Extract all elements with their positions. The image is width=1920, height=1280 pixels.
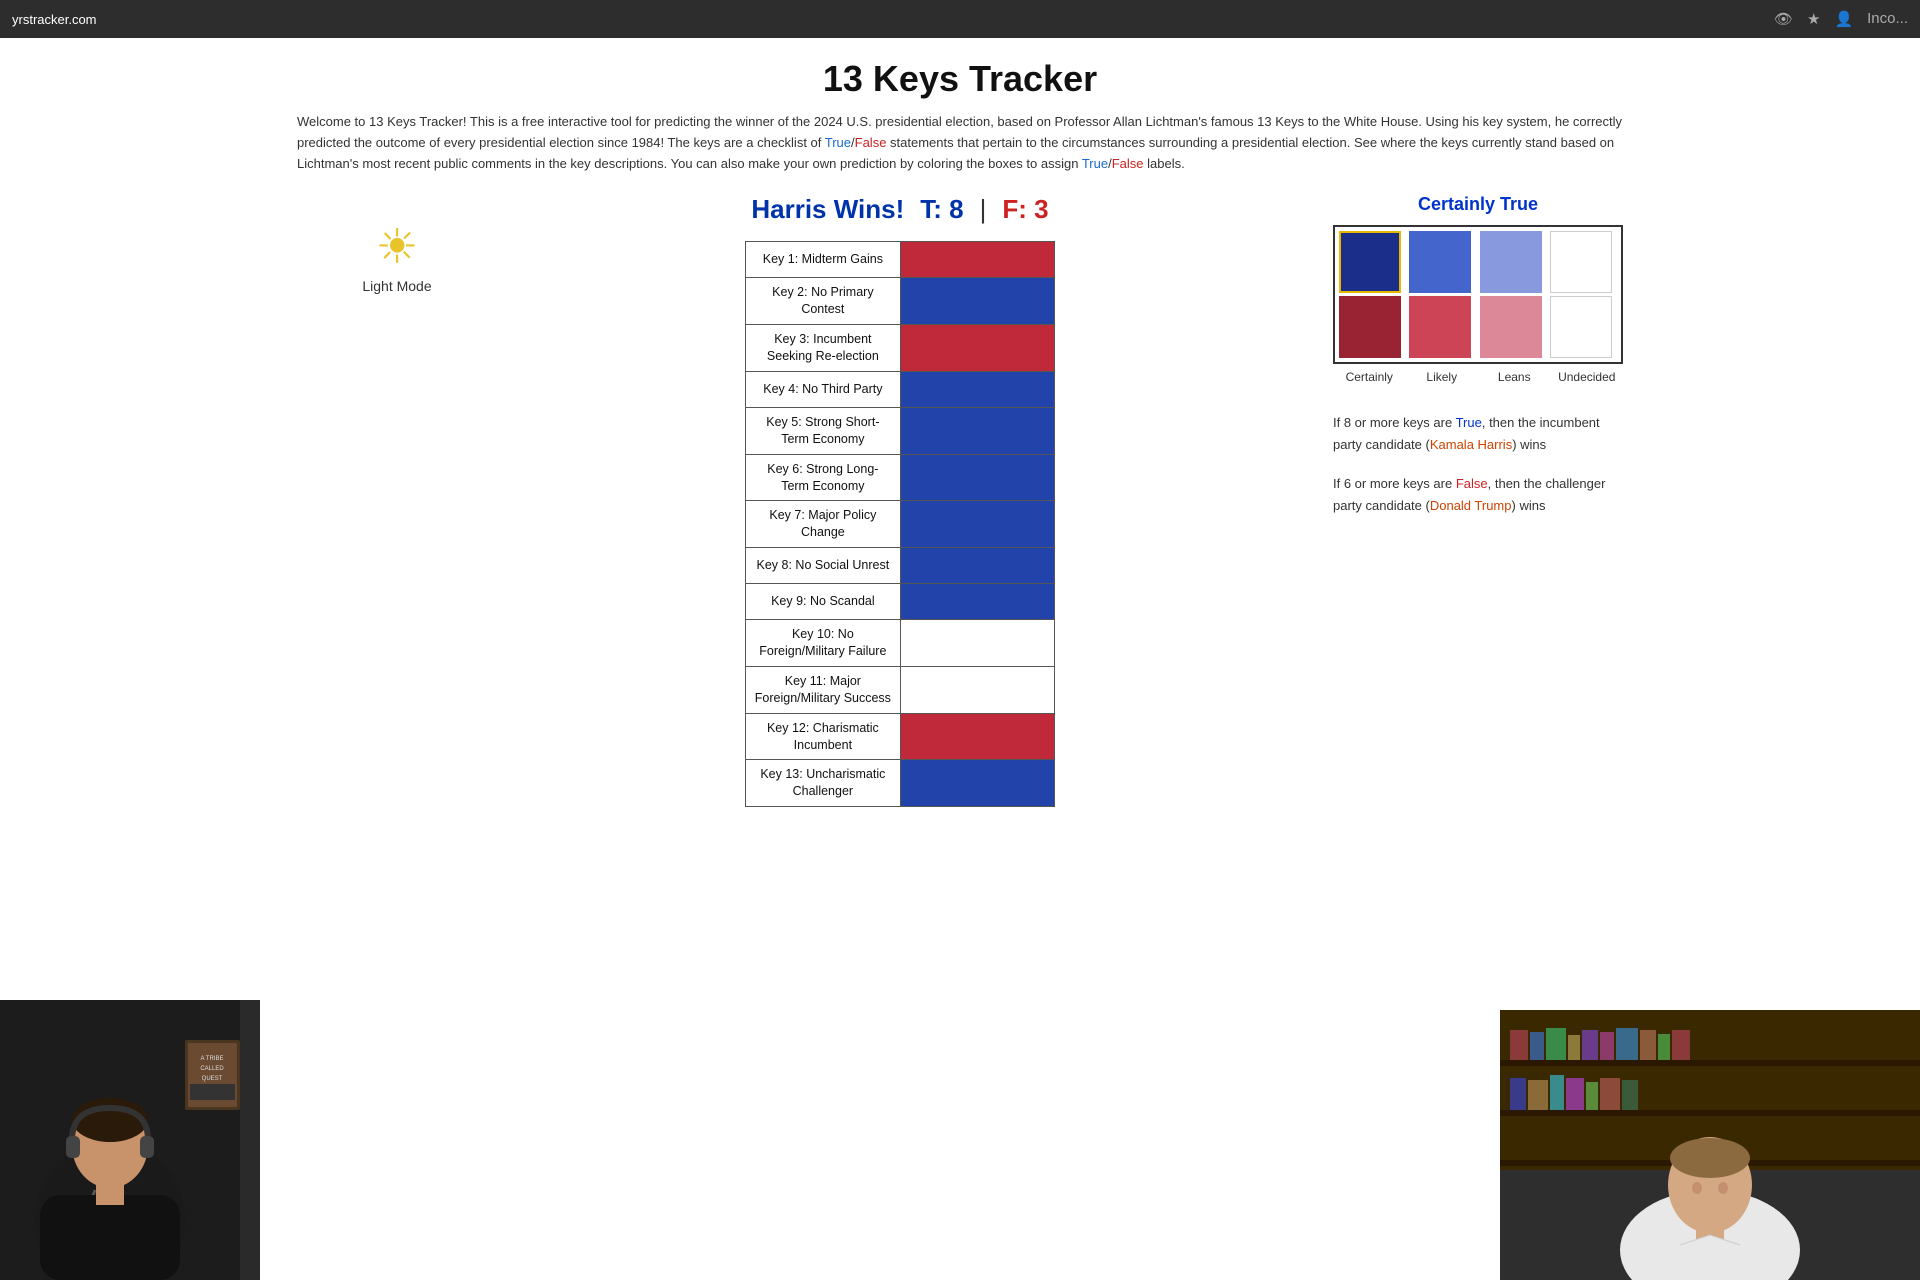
key-row-13: Key 13: Uncharismatic Challenger <box>746 760 1055 807</box>
key-label-2[interactable]: Key 2: No Primary Contest <box>746 278 901 325</box>
key-row-1: Key 1: Midterm Gains <box>746 242 1055 278</box>
key-color-8[interactable] <box>900 548 1054 584</box>
browser-bar: yrstracker.com 👁 ★ 👤 Inco... <box>0 0 1920 38</box>
label-leans: Leans <box>1478 370 1551 384</box>
key-label-3[interactable]: Key 3: Incumbent Seeking Re-election <box>746 325 901 372</box>
key-row-12: Key 12: Charismatic Incumbent <box>746 713 1055 760</box>
star-icon: ★ <box>1807 10 1820 28</box>
key-color-9[interactable] <box>900 584 1054 620</box>
key-color-1[interactable] <box>900 242 1054 278</box>
rule-2: If 6 or more keys are False, then the ch… <box>1333 473 1623 517</box>
key-color-10[interactable] <box>900 620 1054 667</box>
true-link-2[interactable]: True <box>1082 156 1108 171</box>
key-color-12[interactable] <box>900 713 1054 760</box>
result-winner: Harris Wins! <box>751 194 904 225</box>
rule2-false: False <box>1456 476 1488 491</box>
intro-text: Welcome to 13 Keys Tracker! This is a fr… <box>297 112 1623 174</box>
page-title: 13 Keys Tracker <box>297 58 1623 100</box>
key-color-4[interactable] <box>900 371 1054 407</box>
svg-text:QUEST: QUEST <box>202 1076 223 1082</box>
key-label-9[interactable]: Key 9: No Scandal <box>746 584 901 620</box>
key-row-7: Key 7: Major Policy Change <box>746 501 1055 548</box>
sun-icon: ☀ <box>375 224 418 272</box>
key-label-7[interactable]: Key 7: Major Policy Change <box>746 501 901 548</box>
incognito-label: Inco... <box>1867 10 1908 28</box>
key-row-8: Key 8: No Social Unrest <box>746 548 1055 584</box>
key-color-3[interactable] <box>900 325 1054 372</box>
key-label-6[interactable]: Key 6: Strong Long-Term Economy <box>746 454 901 501</box>
rule1-name: Kamala Harris <box>1430 437 1512 452</box>
legend-cell-certainly-true[interactable] <box>1339 231 1401 293</box>
result-divider: | <box>980 194 987 225</box>
key-label-8[interactable]: Key 8: No Social Unrest <box>746 548 901 584</box>
eye-icon: 👁 <box>1774 10 1793 28</box>
legend-cell-leans-true[interactable] <box>1480 231 1542 293</box>
label-certainly: Certainly <box>1333 370 1406 384</box>
label-undecided: Undecided <box>1551 370 1624 384</box>
key-label-12[interactable]: Key 12: Charismatic Incumbent <box>746 713 901 760</box>
key-label-11[interactable]: Key 11: Major Foreign/Military Success <box>746 666 901 713</box>
key-color-11[interactable] <box>900 666 1054 713</box>
right-video-canvas <box>1500 1010 1920 1280</box>
center-content: Harris Wins! T: 8 | F: 3 Key 1: Midterm … <box>497 194 1303 807</box>
legend-cell-likely-true[interactable] <box>1409 231 1471 293</box>
key-color-6[interactable] <box>900 454 1054 501</box>
rule2-name: Donald Trump <box>1430 498 1512 513</box>
main-layout: ☀ Light Mode Harris Wins! T: 8 | F: 3 Ke… <box>297 194 1623 807</box>
left-person-svg: A TRIBE CALLED QUEST <box>0 1000 260 1280</box>
video-right <box>1500 1010 1920 1280</box>
false-link[interactable]: False <box>855 135 887 150</box>
key-row-5: Key 5: Strong Short-Term Economy <box>746 407 1055 454</box>
key-color-2[interactable] <box>900 278 1054 325</box>
rules-text: If 8 or more keys are True, then the inc… <box>1333 412 1623 516</box>
left-video-canvas: A TRIBE CALLED QUEST <box>0 1000 260 1280</box>
left-sidebar: ☀ Light Mode <box>297 194 497 294</box>
user-icon: 👤 <box>1834 10 1853 28</box>
key-color-7[interactable] <box>900 501 1054 548</box>
key-label-4[interactable]: Key 4: No Third Party <box>746 371 901 407</box>
right-panel: Certainly True Certainly Likely Leans Un… <box>1303 194 1623 532</box>
result-false-count: F: 3 <box>1002 194 1048 225</box>
legend-cell-likely-false[interactable] <box>1409 296 1471 358</box>
key-row-11: Key 11: Major Foreign/Military Success <box>746 666 1055 713</box>
legend-cell-leans-false[interactable] <box>1480 296 1542 358</box>
browser-url: yrstracker.com <box>12 12 97 27</box>
key-label-13[interactable]: Key 13: Uncharismatic Challenger <box>746 760 901 807</box>
key-label-10[interactable]: Key 10: No Foreign/Military Failure <box>746 620 901 667</box>
result-header: Harris Wins! T: 8 | F: 3 <box>751 194 1048 225</box>
legend-cell-certainly-false[interactable] <box>1339 296 1401 358</box>
svg-text:CALLED: CALLED <box>200 1066 224 1072</box>
key-row-3: Key 3: Incumbent Seeking Re-election <box>746 325 1055 372</box>
video-left: A TRIBE CALLED QUEST <box>0 1000 260 1280</box>
browser-icons: 👁 ★ 👤 Inco... <box>1774 10 1908 28</box>
right-person-svg <box>1500 1010 1920 1280</box>
label-likely: Likely <box>1406 370 1479 384</box>
legend-labels: Certainly Likely Leans Undecided <box>1333 370 1623 384</box>
keys-table: Key 1: Midterm GainsKey 2: No Primary Co… <box>745 241 1055 807</box>
legend-cell-undecided-true[interactable] <box>1550 231 1612 293</box>
key-label-5[interactable]: Key 5: Strong Short-Term Economy <box>746 407 901 454</box>
rule1-true: True <box>1456 415 1482 430</box>
page-wrapper: 13 Keys Tracker Welcome to 13 Keys Track… <box>285 38 1635 807</box>
legend-title: Certainly True <box>1333 194 1623 215</box>
key-color-13[interactable] <box>900 760 1054 807</box>
svg-text:A TRIBE: A TRIBE <box>201 1056 224 1062</box>
result-true-count: T: 8 <box>920 194 963 225</box>
key-row-10: Key 10: No Foreign/Military Failure <box>746 620 1055 667</box>
rule-1: If 8 or more keys are True, then the inc… <box>1333 412 1623 456</box>
key-label-1[interactable]: Key 1: Midterm Gains <box>746 242 901 278</box>
key-row-4: Key 4: No Third Party <box>746 371 1055 407</box>
key-row-9: Key 9: No Scandal <box>746 584 1055 620</box>
legend-cell-undecided-false[interactable] <box>1550 296 1612 358</box>
key-color-5[interactable] <box>900 407 1054 454</box>
true-link[interactable]: True <box>825 135 851 150</box>
legend-grid <box>1333 225 1623 364</box>
key-row-6: Key 6: Strong Long-Term Economy <box>746 454 1055 501</box>
light-mode-label[interactable]: Light Mode <box>362 278 431 294</box>
key-row-2: Key 2: No Primary Contest <box>746 278 1055 325</box>
false-link-2[interactable]: False <box>1112 156 1144 171</box>
